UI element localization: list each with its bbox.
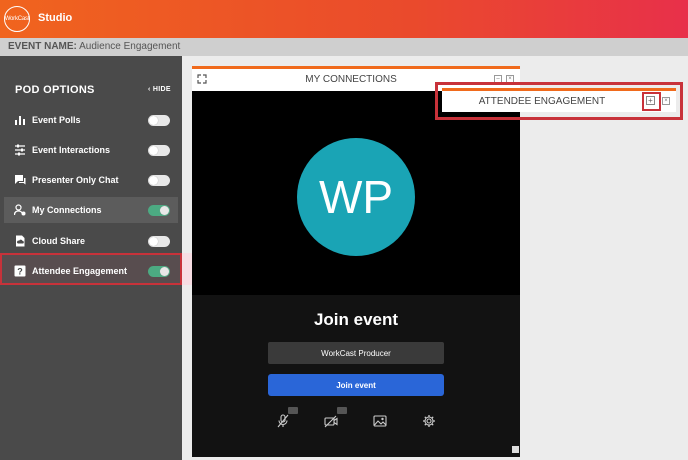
- sliders-icon: [15, 144, 25, 156]
- resize-handle[interactable]: [512, 446, 519, 453]
- sidebar-item-event-polls[interactable]: Event Polls: [4, 107, 178, 133]
- attendee-engagement-toggle[interactable]: [148, 266, 170, 277]
- sidebar-item-cloud-share[interactable]: Cloud Share: [4, 228, 178, 254]
- camera-off-icon[interactable]: [324, 414, 338, 428]
- sidebar-item-label: Event Interactions: [32, 145, 111, 155]
- event-name-value: Audience Engagement: [79, 41, 181, 52]
- app-title: Studio: [38, 12, 73, 24]
- toggle-knob: [160, 267, 169, 276]
- cloud-share-toggle[interactable]: [148, 236, 170, 247]
- toggle-knob: [149, 176, 158, 185]
- background-image-icon[interactable]: [373, 414, 387, 428]
- event-name-bar: EVENT NAME: Audience Engagement: [0, 38, 688, 56]
- sidebar-item-label: Cloud Share: [32, 236, 86, 246]
- user-connections-icon: [14, 204, 26, 216]
- video-preview: WP: [192, 91, 520, 295]
- workcast-logo[interactable]: WorkCast: [4, 6, 30, 32]
- event-name-label: EVENT NAME:: [8, 41, 77, 52]
- toggle-knob: [160, 206, 169, 215]
- mic-options-caret[interactable]: [288, 407, 298, 414]
- sidebar-item-label: Presenter Only Chat: [32, 175, 119, 185]
- settings-gear-icon[interactable]: [422, 414, 436, 428]
- my-connections-toggle[interactable]: [148, 205, 170, 216]
- join-event-button[interactable]: Join event: [268, 374, 444, 396]
- app-header: WorkCast Studio: [0, 0, 688, 38]
- logo-text: WorkCast: [4, 16, 30, 22]
- close-button[interactable]: ×: [662, 97, 670, 105]
- sidebar-item-presenter-only-chat[interactable]: Presenter Only Chat: [4, 167, 178, 193]
- join-panel: Join event Join event: [192, 295, 520, 457]
- sidebar-item-label: Event Polls: [32, 115, 81, 125]
- cloud-file-icon: [16, 235, 25, 247]
- event-polls-toggle[interactable]: [148, 115, 170, 126]
- toggle-knob: [149, 146, 158, 155]
- display-name-input[interactable]: [268, 342, 444, 364]
- avatar: WP: [297, 138, 415, 256]
- event-interactions-toggle[interactable]: [148, 145, 170, 156]
- chat-icon: [15, 175, 26, 185]
- toggle-knob: [149, 237, 158, 246]
- pod-options-title: POD OPTIONS: [15, 84, 95, 96]
- sidebar-item-event-interactions[interactable]: Event Interactions: [4, 137, 178, 163]
- svg-text:?: ?: [17, 267, 23, 277]
- pod-options-sidebar: POD OPTIONS ‹ HIDE Event Polls Event Int…: [0, 56, 182, 460]
- my-connections-pod: MY CONNECTIONS – × WP Join event Join ev…: [192, 66, 520, 457]
- join-title: Join event: [313, 310, 399, 329]
- question-icon: ?: [14, 265, 26, 277]
- presenter-only-chat-toggle[interactable]: [148, 175, 170, 186]
- sidebar-item-label: Attendee Engagement: [32, 266, 128, 276]
- pod-title: ATTENDEE ENGAGEMENT: [478, 96, 606, 107]
- sidebar-item-my-connections[interactable]: My Connections: [4, 197, 178, 223]
- hide-label: HIDE: [152, 86, 171, 93]
- sidebar-item-label: My Connections: [32, 205, 102, 215]
- toggle-knob: [149, 116, 158, 125]
- attendee-engagement-pod: ATTENDEE ENGAGEMENT: [442, 88, 676, 112]
- sidebar-item-attendee-engagement[interactable]: ? Attendee Engagement: [4, 258, 178, 284]
- camera-options-caret[interactable]: [337, 407, 347, 414]
- bar-chart-icon: [15, 116, 25, 125]
- mic-off-icon[interactable]: [276, 414, 290, 428]
- restore-button[interactable]: +: [646, 96, 655, 105]
- highlight-extension: [182, 253, 192, 285]
- hide-sidebar-button[interactable]: ‹ HIDE: [148, 86, 171, 93]
